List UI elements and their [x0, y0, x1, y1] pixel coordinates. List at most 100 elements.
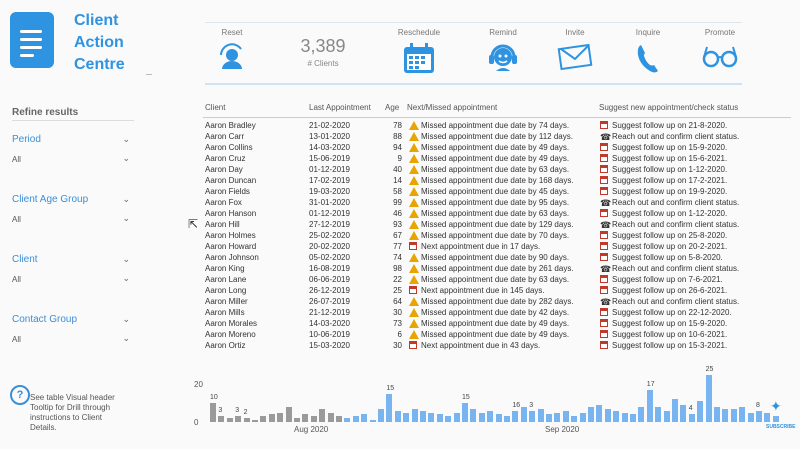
chart-bar[interactable] [361, 414, 368, 422]
column-header-client[interactable]: Client [205, 103, 225, 112]
column-header-age[interactable]: Age [385, 103, 399, 112]
chart-bar[interactable] [394, 410, 401, 422]
chart-bar[interactable] [705, 374, 712, 422]
chart-bar[interactable] [747, 412, 754, 422]
chevron-down-icon[interactable]: ⌄ [122, 194, 130, 205]
chart-bar[interactable] [638, 406, 645, 422]
chart-bar[interactable] [680, 404, 687, 422]
table-row[interactable]: Aaron Carr 13-01-2020 88 Missed appointment… [203, 132, 791, 143]
chevron-down-icon[interactable]: ⌄ [122, 314, 130, 325]
chart-bar[interactable] [655, 406, 662, 422]
chart-bar[interactable] [596, 404, 603, 422]
table-row[interactable]: Aaron Bradley 21-02-2020 78 Missed appointm… [203, 121, 791, 132]
chart-bar[interactable] [462, 403, 468, 422]
chart-bar[interactable] [537, 408, 544, 422]
period-slicer[interactable]: Period ⌄ All ⌄ [12, 134, 134, 164]
chevron-down-icon[interactable]: ⌄ [122, 153, 130, 164]
chart-bar[interactable] [646, 389, 653, 422]
table-row[interactable]: Aaron Duncan 17-02-2019 14 Missed appointme… [203, 176, 791, 187]
chart-bar[interactable] [302, 414, 309, 422]
chart-bar[interactable] [697, 401, 704, 422]
chart-bar[interactable] [235, 416, 242, 422]
chevron-down-icon[interactable]: ⌄ [122, 134, 130, 145]
chart-bar[interactable] [478, 412, 485, 422]
chart-bar[interactable] [613, 410, 620, 422]
chart-bar[interactable] [285, 406, 292, 422]
chart-bar[interactable] [604, 408, 611, 422]
column-header-suggestion[interactable]: Suggest new appointment/check status [599, 103, 738, 112]
remind-button[interactable]: Remind [484, 28, 522, 75]
chart-bar[interactable] [226, 418, 233, 422]
chart-bar[interactable] [218, 416, 225, 422]
contact-group-slicer[interactable]: Contact Group ⌄ All ⌄ [12, 314, 134, 344]
chart-bar[interactable] [504, 416, 510, 422]
table-row[interactable]: Aaron Cruz 15-06-2019 9 Missed appointment … [203, 154, 791, 165]
chart-bar[interactable] [512, 410, 519, 422]
table-row[interactable]: Aaron Morales 14-03-2020 73 Missed appointm… [203, 319, 791, 330]
chart-bar[interactable] [495, 414, 502, 422]
table-row[interactable]: Aaron Ortiz 15-03-2020 30 Next appointment … [203, 341, 791, 352]
chart-bar[interactable] [252, 420, 258, 422]
chart-bar[interactable] [630, 414, 636, 422]
chart-bar[interactable] [487, 410, 494, 422]
chart-bar[interactable] [663, 410, 670, 422]
table-row[interactable]: Aaron Long 26-12-2019 25 Next appointment d… [203, 286, 791, 297]
promote-button[interactable]: Promote [700, 28, 740, 71]
chart-bar[interactable] [336, 416, 342, 422]
reset-button[interactable]: Reset [214, 28, 250, 73]
chart-bar[interactable] [546, 414, 552, 422]
chart-bar[interactable] [268, 414, 275, 422]
chart-bar[interactable] [730, 408, 737, 422]
subscribe-label[interactable]: SUBSCRIBE [766, 424, 795, 430]
chart-bar[interactable] [428, 412, 435, 422]
chart-bar[interactable] [210, 403, 216, 422]
help-icon[interactable]: ? [10, 385, 30, 405]
chart-bar[interactable] [562, 410, 569, 422]
chart-bar[interactable] [739, 406, 746, 422]
table-row[interactable]: Aaron Day 01-12-2019 40 Missed appointment … [203, 165, 791, 176]
chart-bar[interactable] [672, 399, 678, 422]
chart-bar[interactable] [470, 408, 477, 422]
table-row[interactable]: Aaron Lane 06-06-2019 22 Missed appointment… [203, 275, 791, 286]
table-row[interactable]: Aaron Collins 14-03-2020 94 Missed appointm… [203, 143, 791, 154]
slicer-value[interactable]: All [12, 275, 134, 284]
table-row[interactable]: Aaron Mills 21-12-2019 30 Missed appointmen… [203, 308, 791, 319]
chart-bar[interactable] [386, 393, 393, 422]
reschedule-button[interactable]: Reschedule [397, 28, 441, 75]
table-row[interactable]: Aaron Hill 27-12-2019 93 Missed appointment… [203, 220, 791, 231]
chart-bar[interactable] [621, 412, 628, 422]
chart-bar[interactable] [520, 406, 527, 422]
table-row[interactable]: Aaron King 16-08-2019 98 Missed appointment… [203, 264, 791, 275]
chart-bar[interactable] [756, 410, 762, 422]
slicer-value[interactable]: All [12, 335, 134, 344]
slicer-value[interactable]: All [12, 155, 134, 164]
table-row[interactable]: Aaron Miller 26-07-2019 64 Missed appointme… [203, 297, 791, 308]
chart-bar[interactable] [714, 406, 720, 422]
table-row[interactable]: Aaron Howard 20-02-2020 77 Next appointment… [203, 242, 791, 253]
chart-bar[interactable] [378, 408, 384, 422]
chart-bar[interactable] [327, 412, 334, 422]
chart-bar[interactable] [571, 416, 578, 422]
chart-bar[interactable] [436, 414, 443, 422]
client-age-group-slicer[interactable]: Client Age Group ⌄ All ⌄ [12, 194, 134, 224]
chart-bar[interactable] [529, 410, 536, 422]
chart-bar[interactable] [277, 412, 284, 422]
chart-bar[interactable] [319, 408, 326, 422]
chart-bar[interactable] [579, 412, 586, 422]
table-row[interactable]: Aaron Fields 19-03-2020 58 Missed appointme… [203, 187, 791, 198]
table-row[interactable]: Aaron Moreno 10-06-2019 6 Missed appointmen… [203, 330, 791, 341]
chart-bar[interactable] [352, 416, 359, 422]
chevron-down-icon[interactable]: ⌄ [122, 254, 130, 265]
chart-bar[interactable] [294, 418, 300, 422]
chart-bar[interactable] [445, 416, 452, 422]
table-row[interactable]: Aaron Fox 31-01-2020 99 Missed appointment … [203, 198, 791, 209]
chart-bar[interactable] [411, 408, 418, 422]
invite-button[interactable]: Invite [556, 28, 594, 71]
chart-bar[interactable] [588, 406, 594, 422]
column-header-last-appointment[interactable]: Last Appointment [309, 103, 371, 112]
client-slicer[interactable]: Client ⌄ All ⌄ [12, 254, 134, 284]
chart-bar[interactable] [554, 412, 561, 422]
inquire-button[interactable]: Inquire [630, 28, 666, 75]
chart-bar[interactable] [420, 410, 426, 422]
chart-bar[interactable] [260, 416, 267, 422]
